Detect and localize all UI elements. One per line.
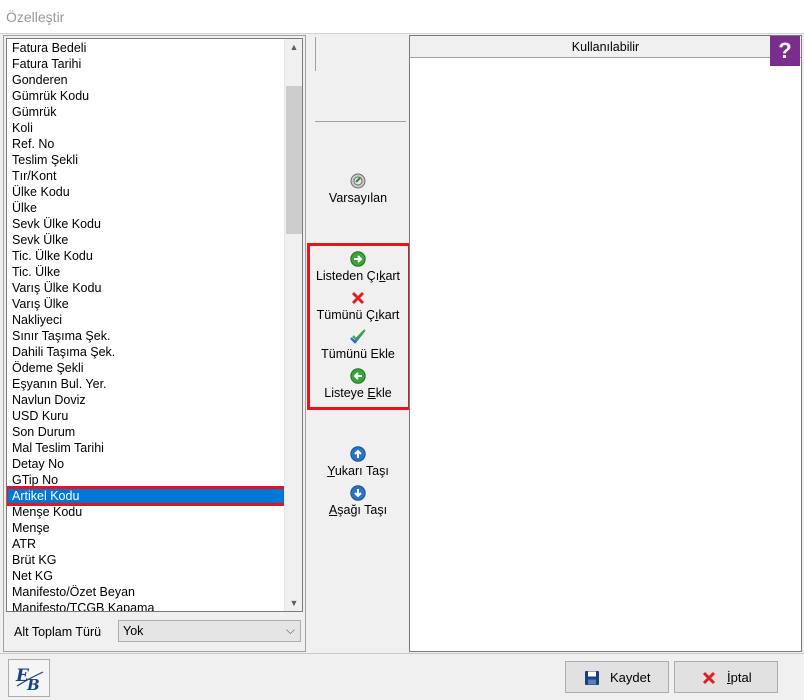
defaults-label: Varsayılan — [328, 191, 388, 205]
list-item[interactable]: Tic. Ülke — [7, 264, 285, 280]
list-item[interactable]: Tic. Ülke Kodu — [7, 248, 285, 264]
list-item[interactable]: Ödeme Şekli — [7, 360, 285, 376]
list-item[interactable]: Nakliyeci — [7, 312, 285, 328]
move-down-button[interactable]: Aşağı Taşı — [307, 485, 409, 517]
subtotal-row: Alt Toplam Türü Yok ⌵ — [12, 619, 302, 643]
cancel-button[interactable]: İptal — [674, 661, 778, 693]
list-item[interactable]: Navlun Doviz — [7, 392, 285, 408]
list-item[interactable]: Manifesto/TCGB Kapama — [7, 600, 285, 611]
arrow-left-green-icon — [350, 368, 366, 384]
list-item[interactable]: Ülke Kodu — [7, 184, 285, 200]
remove-all-label: Tümünü Çıkart — [316, 308, 400, 322]
window-title: Özelleştir — [6, 9, 65, 25]
double-check-icon — [350, 329, 366, 344]
list-item[interactable]: USD Kuru — [7, 408, 285, 424]
available-columns-panel[interactable]: Kullanılabilir ? — [409, 35, 802, 652]
subtotal-label: Alt Toplam Türü — [14, 625, 102, 639]
list-item[interactable]: ATR — [7, 536, 285, 552]
floppy-disk-icon — [585, 671, 599, 685]
help-button[interactable]: ? — [770, 36, 800, 66]
title-bar: Özelleştir — [0, 0, 804, 34]
available-columns-header: Kullanılabilir — [410, 36, 801, 58]
list-scrollbar[interactable]: ▲ ▼ — [284, 39, 302, 611]
scroll-down-icon[interactable]: ▼ — [285, 595, 302, 611]
available-columns-title: Kullanılabilir — [571, 40, 640, 54]
list-item[interactable]: Dahili Taşıma Şek. — [7, 344, 285, 360]
selected-columns-panel: Fatura Bedeli Fatura Tarihi Gonderen Gümrük… — [3, 35, 306, 652]
defaults-button[interactable]: Varsayılan — [307, 173, 409, 205]
scroll-thumb[interactable] — [286, 86, 302, 234]
list-item[interactable]: Sınır Taşıma Şek. — [7, 328, 285, 344]
chevron-down-icon: ⌵ — [285, 623, 295, 637]
move-up-label: Yukarı Taşı — [327, 464, 389, 478]
remove-all-button[interactable]: Tümünü Çıkart — [307, 290, 409, 322]
list-item[interactable]: Menşe — [7, 520, 285, 536]
list-item[interactable]: Gonderen — [7, 72, 285, 88]
remove-from-list-button[interactable]: Listeden Çıkart — [307, 251, 409, 283]
action-panel: Varsayılan Listeden Çıkart Tümünü Çıkart… — [307, 35, 411, 652]
list-item[interactable]: Koli — [7, 120, 285, 136]
subtotal-select-value: Yok — [123, 624, 144, 638]
save-label: Kaydet — [610, 670, 651, 685]
list-item[interactable]: Varış Ülke Kodu — [7, 280, 285, 296]
list-item[interactable]: Ref. No — [7, 136, 285, 152]
subtotal-select[interactable]: Yok ⌵ — [118, 620, 301, 642]
divider — [315, 121, 406, 122]
list-item[interactable]: Son Durum — [7, 424, 285, 440]
add-to-list-label: Listeye Ekle — [324, 386, 392, 400]
svg-text:B: B — [26, 676, 40, 694]
remove-from-list-label: Listeden Çıkart — [315, 269, 401, 283]
arrow-up-blue-icon — [350, 446, 366, 462]
list-item[interactable]: Manifesto/Özet Beyan — [7, 584, 285, 600]
bottom-bar: E B Kaydet İptal — [0, 653, 804, 700]
logo-icon: E B — [15, 666, 44, 694]
list-item[interactable]: Ülke — [7, 200, 285, 216]
red-x-icon — [351, 291, 365, 305]
arrow-right-green-icon — [350, 251, 366, 267]
list-item[interactable]: Eşyanın Bul. Yer. — [7, 376, 285, 392]
logo-button[interactable]: E B — [8, 659, 50, 697]
list-item[interactable]: Gümrük Kodu — [7, 88, 285, 104]
list-item[interactable]: Detay No — [7, 456, 285, 472]
divider — [315, 37, 316, 71]
list-item[interactable]: Net KG — [7, 568, 285, 584]
list-item[interactable]: Brüt KG — [7, 552, 285, 568]
add-all-button[interactable]: Tümünü Ekle — [307, 329, 409, 361]
cancel-label: İptal — [727, 670, 752, 685]
list-item[interactable]: Mal Teslim Tarihi — [7, 440, 285, 456]
move-down-label: Aşağı Taşı — [328, 503, 388, 517]
move-up-button[interactable]: Yukarı Taşı — [307, 446, 409, 478]
list-item[interactable]: Gümrük — [7, 104, 285, 120]
defaults-icon — [350, 173, 366, 189]
list-item[interactable]: Fatura Tarihi — [7, 56, 285, 72]
arrow-down-blue-icon — [350, 485, 366, 501]
list-item[interactable]: Sevk Ülke Kodu — [7, 216, 285, 232]
add-all-label: Tümünü Ekle — [321, 347, 395, 361]
list-item[interactable]: Menşe Kodu — [7, 504, 285, 520]
scroll-up-icon[interactable]: ▲ — [285, 39, 302, 55]
selected-columns-list[interactable]: Fatura Bedeli Fatura Tarihi Gonderen Gümrük… — [6, 38, 303, 612]
list-item[interactable]: Teslim Şekli — [7, 152, 285, 168]
add-to-list-button[interactable]: Listeye Ekle — [307, 368, 409, 400]
list-item[interactable]: Tır/Kont — [7, 168, 285, 184]
list-item[interactable]: Fatura Bedeli — [7, 40, 285, 56]
save-button[interactable]: Kaydet — [565, 661, 669, 693]
list-item[interactable]: Sevk Ülke — [7, 232, 285, 248]
red-x-icon — [702, 671, 716, 685]
list-items: Fatura Bedeli Fatura Tarihi Gonderen Gümrük… — [7, 40, 287, 611]
list-item[interactable]: Varış Ülke — [7, 296, 285, 312]
list-item-selected[interactable]: Artikel Kodu — [7, 486, 287, 506]
list-item[interactable]: GTip No — [7, 472, 285, 488]
